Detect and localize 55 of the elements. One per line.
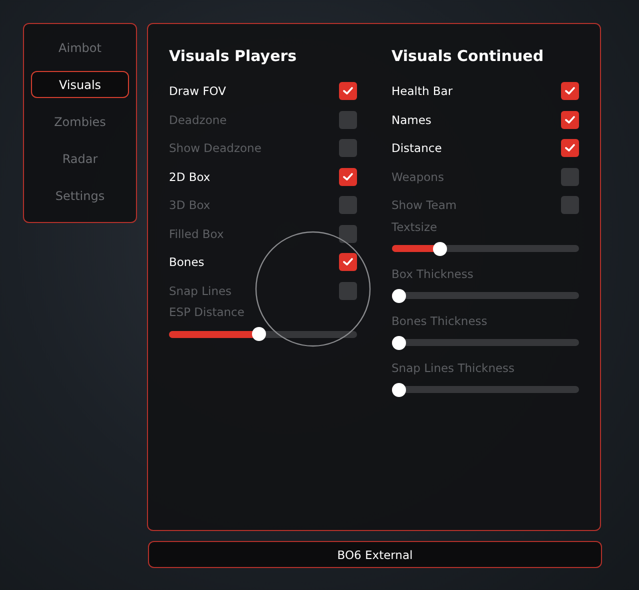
slider-thumb[interactable] (252, 327, 266, 341)
slider-thumb[interactable] (392, 288, 406, 302)
checkbox[interactable] (561, 82, 579, 100)
slider-label: Snap Lines Thickness (392, 360, 516, 374)
option-label: Show Deadzone (169, 141, 262, 156)
sidebar-tab[interactable]: Aimbot (31, 34, 129, 61)
option-label: Snap Lines (169, 284, 232, 298)
section-title: Visuals Continued (392, 46, 545, 67)
slider-track[interactable] (169, 327, 356, 341)
option-label: Show Team (392, 198, 457, 212)
checkbox[interactable] (561, 168, 579, 186)
checkbox[interactable] (338, 168, 356, 186)
slider-thumb[interactable] (392, 382, 406, 396)
option-label: Weapons (392, 170, 444, 184)
slider-track[interactable] (392, 288, 579, 302)
option-label: Filled Box (169, 226, 224, 241)
checkbox[interactable] (561, 110, 579, 129)
section-title: Visuals Players (169, 46, 298, 67)
checkbox[interactable] (338, 196, 356, 214)
check-icon (565, 116, 575, 124)
slider-track[interactable] (392, 242, 579, 256)
slider-thumb[interactable] (433, 242, 448, 256)
sidebar-tab[interactable]: Radar (31, 145, 129, 172)
option-label: Names (392, 112, 432, 127)
option-label: Health Bar (392, 84, 453, 98)
slider-track[interactable] (392, 382, 579, 396)
checkbox[interactable] (338, 282, 356, 300)
option-label: Bones (169, 255, 204, 270)
check-icon (342, 172, 352, 181)
checkbox[interactable] (338, 224, 356, 243)
check-icon (342, 258, 352, 266)
check-icon (565, 144, 575, 152)
option-label: Distance (392, 141, 442, 156)
slider-track[interactable] (392, 336, 579, 350)
checkbox[interactable] (561, 139, 579, 158)
slider-label: Bones Thickness (392, 314, 488, 328)
checkbox[interactable] (561, 196, 579, 214)
sidebar-tab[interactable]: Visuals (31, 71, 129, 98)
check-icon (565, 87, 575, 96)
checkbox[interactable] (338, 82, 356, 100)
footer-title: BO6 External (337, 548, 413, 562)
option-label: 3D Box (169, 198, 210, 212)
sidebar-tab[interactable]: Settings (31, 182, 129, 209)
checkbox[interactable] (338, 110, 356, 129)
checkbox[interactable] (338, 253, 356, 272)
checkbox[interactable] (338, 139, 356, 158)
sidebar-tab[interactable]: Zombies (31, 108, 129, 135)
check-icon (342, 87, 352, 96)
option-label: Draw FOV (169, 84, 226, 98)
slider-thumb[interactable] (392, 336, 406, 350)
slider-label: ESP Distance (169, 305, 246, 319)
option-label: 2D Box (169, 170, 210, 184)
slider-label: Textsize (392, 220, 438, 234)
option-label: Deadzone (169, 112, 227, 127)
slider-label: Box Thickness (392, 266, 474, 280)
